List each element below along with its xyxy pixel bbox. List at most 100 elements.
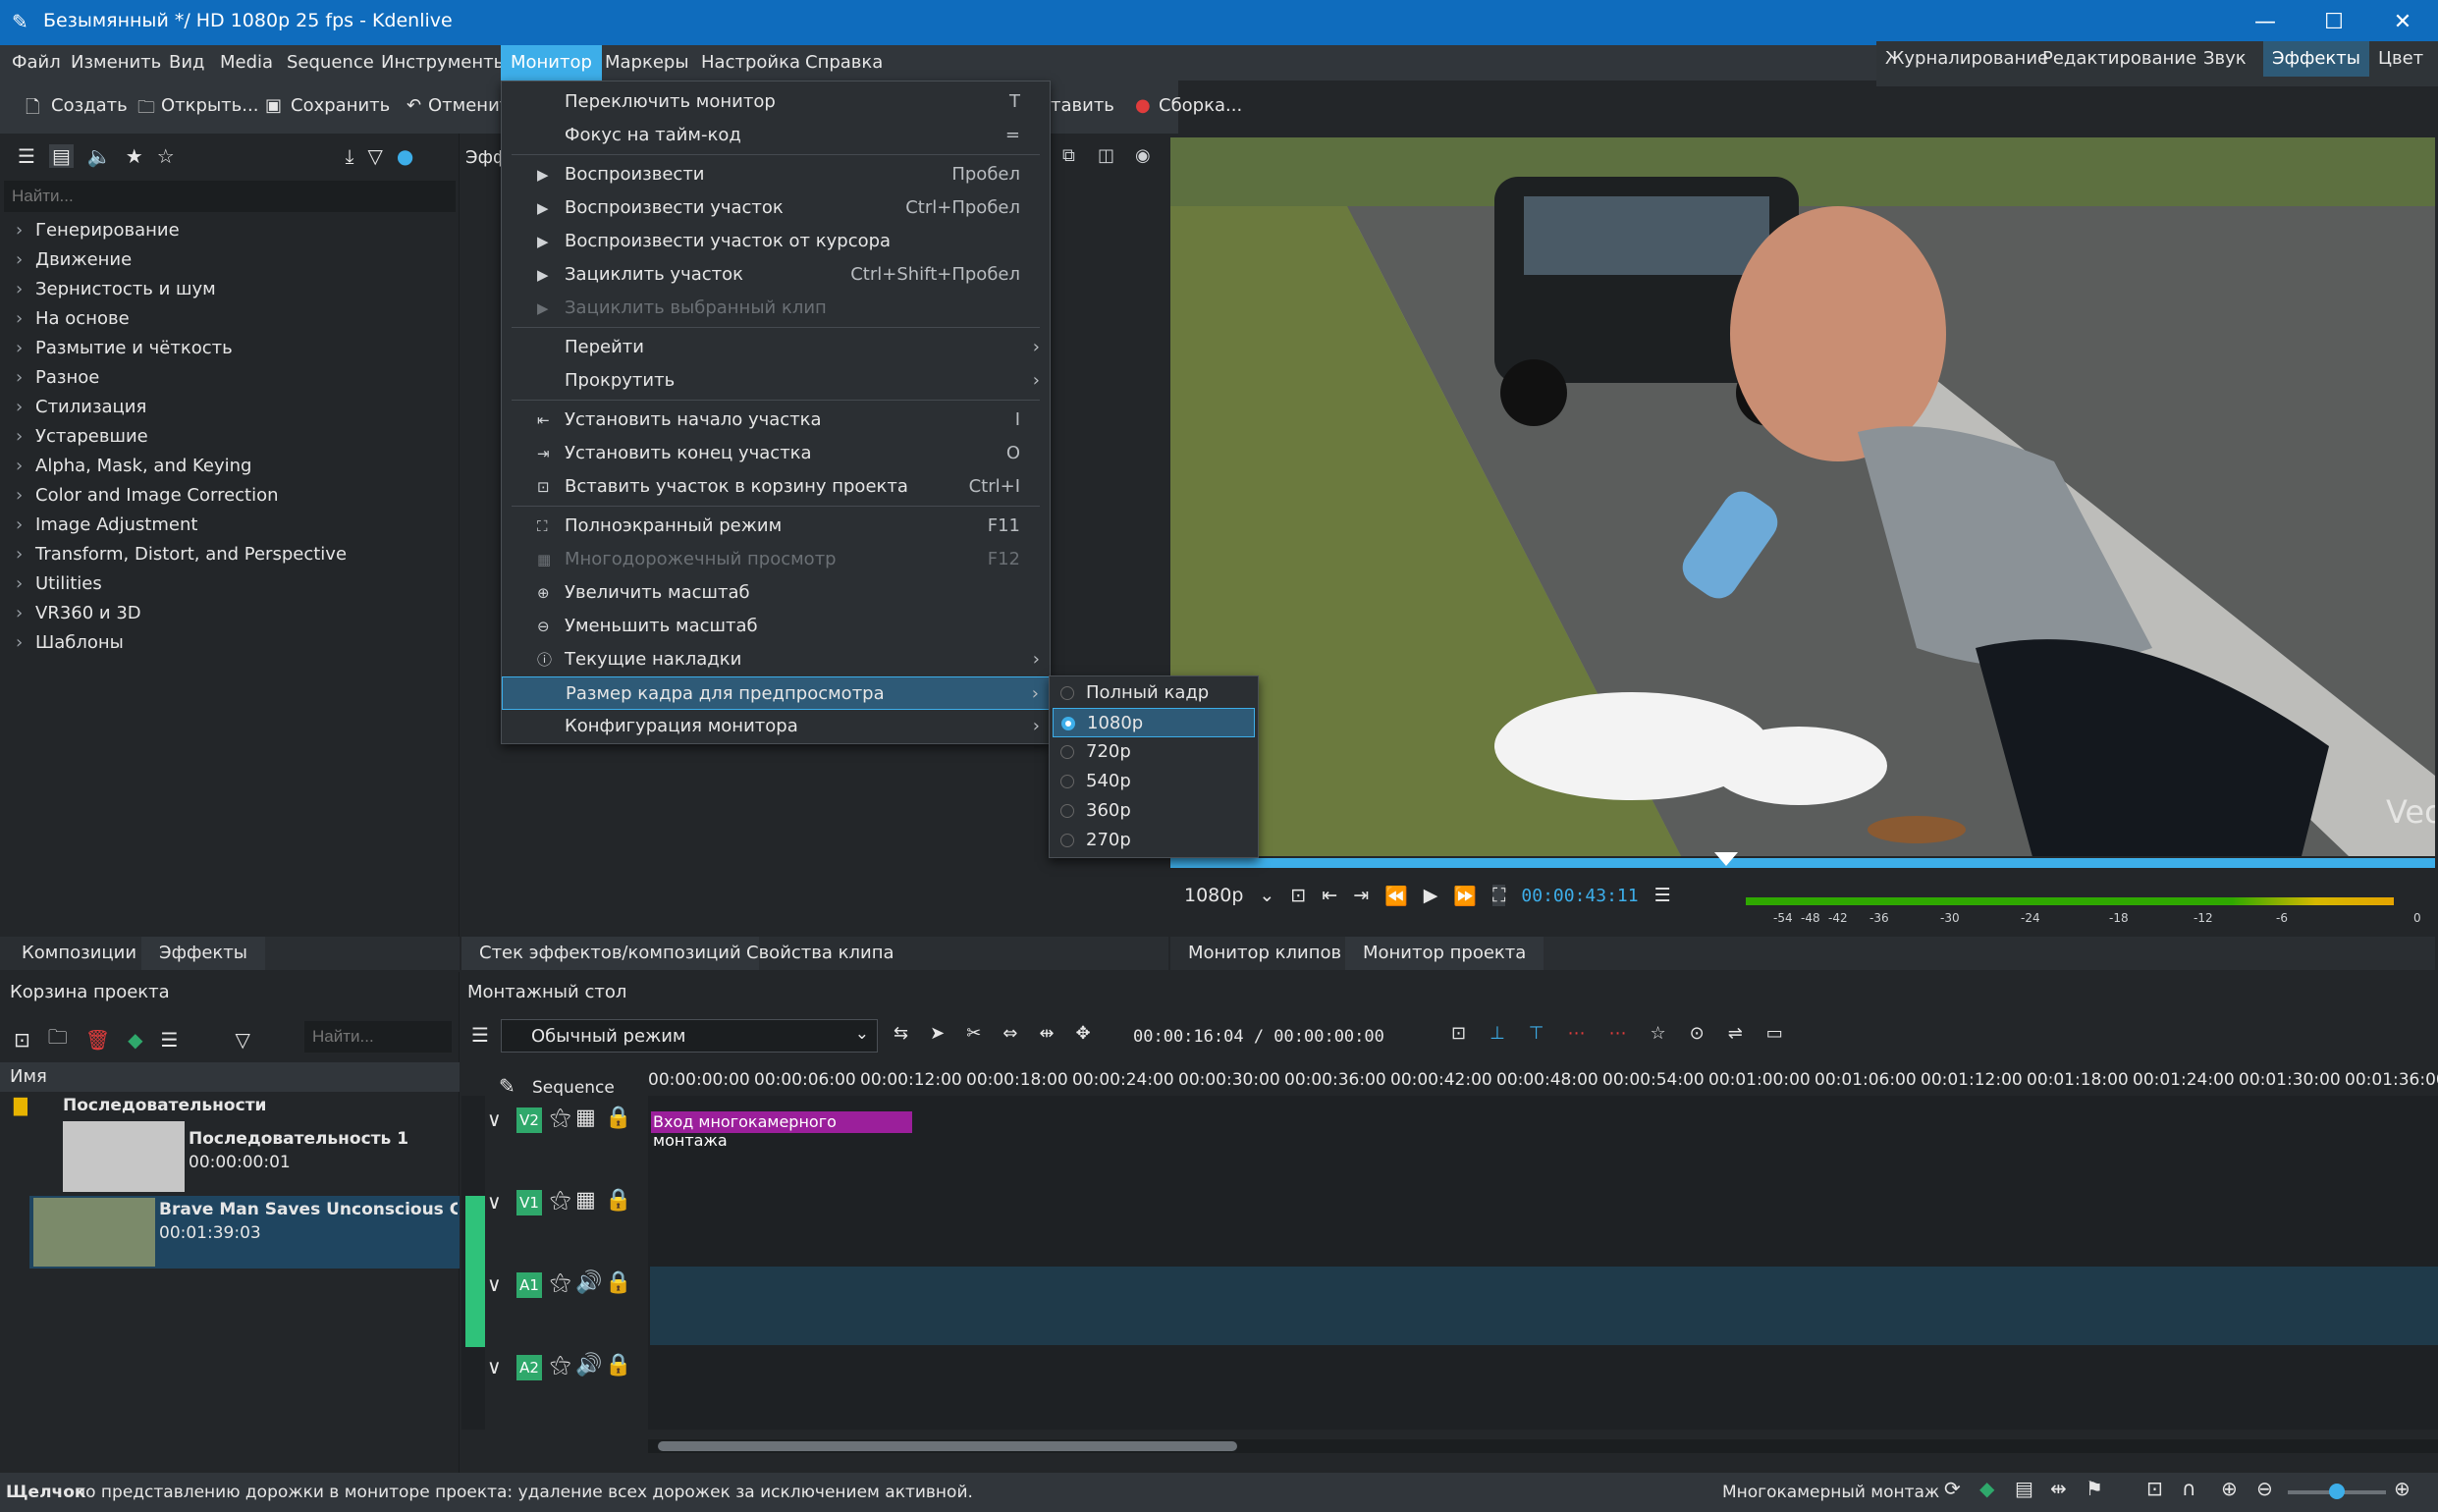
track-target-indicator[interactable] <box>465 1196 485 1347</box>
tab-project-monitor[interactable]: Монитор проекта <box>1345 937 1544 970</box>
menu-item-loop-zone[interactable]: ▶ Зациклить участок Ctrl+Shift+Пробел <box>502 258 1050 292</box>
category-item[interactable]: Разное <box>0 363 458 393</box>
menu-item-set-zone-in[interactable]: ⇤ Установить начало участка I <box>502 404 1050 437</box>
refresh-icon[interactable]: ⟳ <box>1944 1477 1961 1500</box>
filter-icon[interactable]: ▽ <box>235 1028 249 1052</box>
replace-icon[interactable]: ⋯ <box>1608 1023 1626 1044</box>
insert-icon[interactable]: ⊡ <box>1451 1023 1466 1044</box>
eye-icon[interactable]: ◉ <box>1135 145 1151 166</box>
custom-effects-icon[interactable]: ★ <box>126 144 143 168</box>
workspace-logging[interactable]: Журналирование <box>1876 41 2057 77</box>
subtitle-icon[interactable]: ▭ <box>1766 1023 1783 1044</box>
sequences-folder[interactable]: Последовательности <box>63 1096 266 1115</box>
ripple-icon[interactable]: ⇔ <box>1002 1023 1017 1044</box>
delete-icon[interactable]: 🗑 <box>85 1028 110 1052</box>
menu-item-play-zone-from-cursor[interactable]: ▶ Воспроизвести участок от курсора <box>502 225 1050 258</box>
category-item[interactable]: Зернистость и шум <box>0 275 458 304</box>
save-button[interactable]: Сохранить <box>291 95 390 116</box>
menu-icon[interactable]: ☰ <box>161 1028 179 1052</box>
favorite-icon[interactable]: ☆ <box>1650 1023 1665 1044</box>
overwrite-icon[interactable]: ⋯ <box>1567 1023 1585 1044</box>
menu-item-monitor-config[interactable]: Конфигурация монитора › <box>502 710 1050 743</box>
category-item[interactable]: Движение <box>0 245 458 275</box>
create-button[interactable]: Создать <box>51 95 128 116</box>
option-540p[interactable]: 540p <box>1053 767 1255 796</box>
forward-icon[interactable]: ⏩ <box>1453 885 1477 907</box>
track-label-v2[interactable]: V2 <box>516 1107 542 1133</box>
razor-icon[interactable]: ✂ <box>966 1023 981 1044</box>
option-360p[interactable]: 360p <box>1053 796 1255 826</box>
film-icon[interactable]: ▦ <box>575 1106 596 1130</box>
option-720p[interactable]: 720p <box>1053 737 1255 767</box>
sequence-name[interactable]: Последовательность 1 <box>189 1129 408 1149</box>
play-icon[interactable]: ▶ <box>1424 885 1438 906</box>
workspace-editing[interactable]: Редактирование <box>2033 41 2205 77</box>
favorites-icon[interactable]: ☆ <box>157 144 175 168</box>
zoom-slider-handle[interactable] <box>2329 1484 2345 1499</box>
open-button[interactable]: Открыть... <box>161 95 258 116</box>
collapse-icon[interactable]: ∨ <box>487 1107 502 1131</box>
collapse-icon[interactable]: ∨ <box>487 1355 502 1378</box>
speaker-icon[interactable]: 🔊 <box>575 1270 602 1295</box>
compare-icon[interactable]: ⧉ <box>1062 145 1075 166</box>
menu-item-focus-timecode[interactable]: Фокус на тайм-код = <box>502 119 1050 152</box>
collapse-icon[interactable]: ∨ <box>487 1190 502 1214</box>
effects-wand-icon[interactable]: ⚝ <box>550 1353 570 1377</box>
active-track-row[interactable] <box>650 1267 2438 1345</box>
audio-effects-icon[interactable]: 🔈 <box>87 144 112 168</box>
magnet-icon[interactable]: ∩ <box>2182 1477 2196 1500</box>
split-icon[interactable]: ⇹ <box>2050 1477 2067 1500</box>
category-item[interactable]: Utilities <box>0 569 458 599</box>
timeline-scrollbar[interactable] <box>648 1439 2438 1453</box>
menu-item-overlays[interactable]: ⓘ Текущие накладки › <box>502 643 1050 676</box>
edit-mode-select[interactable]: Обычный режим ⌄ <box>501 1019 878 1053</box>
category-item[interactable]: Генерирование <box>0 216 458 245</box>
timeline-ruler[interactable]: 00:00:00:00 00:00:06:00 00:00:12:00 00:0… <box>648 1062 2438 1096</box>
menu-view[interactable]: Вид <box>159 45 215 81</box>
menu-item-seek[interactable]: Прокрутить › <box>502 364 1050 398</box>
category-item[interactable]: Устаревшие <box>0 422 458 452</box>
snap-icon[interactable]: ▤ <box>2015 1477 2033 1500</box>
menu-item-play-zone[interactable]: ▶ Воспроизвести участок Ctrl+Пробел <box>502 191 1050 225</box>
extract-icon[interactable]: ⊤ <box>1529 1023 1544 1044</box>
set-out-icon[interactable]: ⇥ <box>1353 885 1369 906</box>
lock-icon[interactable]: 🔒 <box>605 1106 631 1130</box>
bin-column-header[interactable]: Имя <box>0 1062 460 1092</box>
category-item[interactable]: Шаблоны <box>0 628 458 658</box>
effects-wand-icon[interactable]: ⚝ <box>550 1188 570 1213</box>
menu-help[interactable]: Справка <box>795 45 893 81</box>
option-270p[interactable]: 270p <box>1053 826 1255 855</box>
menu-item-zoom-out[interactable]: ⊖ Уменьшить масштаб <box>502 610 1050 643</box>
category-item[interactable]: VR360 и 3D <box>0 599 458 628</box>
fit-zoom-icon[interactable]: ⊡ <box>2146 1477 2163 1500</box>
multicam-icon[interactable]: ✥ <box>1075 1023 1090 1044</box>
scrollbar-thumb[interactable] <box>658 1441 1237 1451</box>
workspace-audio[interactable]: Звук <box>2194 41 2255 77</box>
minimize-button[interactable]: — <box>2236 6 2295 39</box>
effects-wand-icon[interactable]: ⚝ <box>550 1106 570 1130</box>
download-icon[interactable]: ⤓ <box>346 144 354 168</box>
category-item[interactable]: Размытие и чёткость <box>0 334 458 363</box>
tab-effects[interactable]: Эффекты <box>141 937 265 970</box>
flag-icon[interactable]: ⚑ <box>2086 1477 2103 1500</box>
project-monitor-view[interactable]: Veo <box>1170 137 2435 856</box>
fit-icon[interactable]: ⛶ <box>1492 885 1506 906</box>
tab-clip-monitor[interactable]: Монитор клипов <box>1170 937 1359 970</box>
menu-item-zoom-in[interactable]: ⊕ Увеличить масштаб <box>502 576 1050 610</box>
tab-clip-properties[interactable]: Свойства клипа <box>729 937 912 970</box>
playhead-marker-icon[interactable] <box>1714 852 1738 866</box>
menu-item-extract-zone[interactable]: ⊡ Вставить участок в корзину проекта Ctrl+… <box>502 470 1050 504</box>
menu-sequence[interactable]: Sequence <box>277 45 384 81</box>
category-item[interactable]: Image Adjustment <box>0 511 458 540</box>
render-button[interactable]: Сборка... <box>1159 95 1242 116</box>
category-item[interactable]: Alpha, Mask, and Keying <box>0 452 458 481</box>
tab-compositions[interactable]: Композиции <box>4 937 154 970</box>
tag-icon[interactable]: ◆ <box>128 1028 142 1052</box>
zoom-in-icon[interactable]: ⊕ <box>2394 1477 2411 1500</box>
mixer-icon[interactable]: ⇌ <box>1728 1023 1743 1044</box>
menu-media[interactable]: Media <box>210 45 283 81</box>
list-icon[interactable]: ☰ <box>18 144 35 168</box>
zoom-out-icon[interactable]: ⊖ <box>2256 1477 2273 1500</box>
split-view-icon[interactable]: ◫ <box>1098 145 1114 166</box>
track-label-v1[interactable]: V1 <box>516 1190 542 1215</box>
